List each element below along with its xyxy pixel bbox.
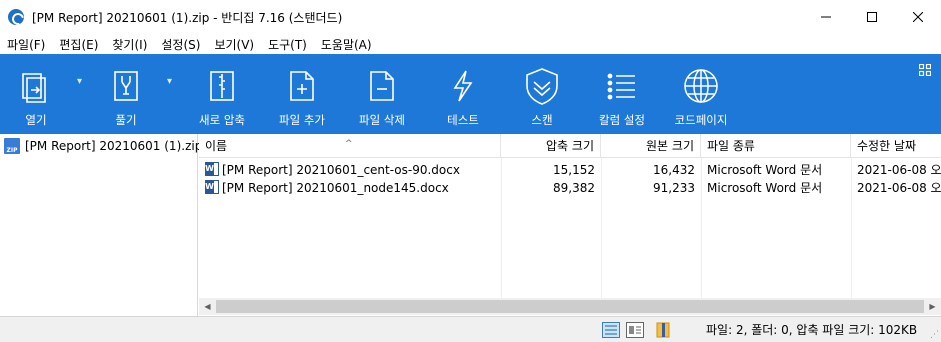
file-list: 이름 ^ 압축 크기 원본 크기 파일 종류 수정한 날짜 [PM Report… <box>199 134 941 316</box>
scan-shield-icon <box>522 66 562 106</box>
codepage-globe-icon <box>681 66 721 106</box>
codepage-button[interactable]: 코드페이지 <box>668 54 734 134</box>
status-bar: 파일: 2, 폴더: 0, 압축 파일 크기: 102KB ⋰ <box>0 316 941 342</box>
column-header-type[interactable]: 파일 종류 <box>701 134 851 158</box>
column-header-name[interactable]: 이름 ^ <box>199 134 501 158</box>
extract-dropdown-arrow[interactable]: ▾ <box>167 76 172 87</box>
toolbar: 열기 ▾ 풀기 ▾ 새로 압축 파일 추가 파일 삭제 테스트 스캔 칼럼 설정… <box>0 54 941 134</box>
menu-bar: 파일(F) 편집(E) 찾기(I) 설정(S) 보기(V) 도구(T) 도움말(… <box>0 34 941 54</box>
open-button[interactable]: 열기 <box>14 54 58 134</box>
list-header: 이름 ^ 압축 크기 원본 크기 파일 종류 수정한 날짜 <box>199 134 941 158</box>
menu-settings[interactable]: 설정(S) <box>154 36 207 53</box>
tree-item-archive[interactable]: ZIP [PM Report] 20210601 (1).zip <box>4 137 202 155</box>
menu-edit[interactable]: 편집(E) <box>52 36 105 53</box>
extract-icon <box>106 66 146 106</box>
file-row[interactable]: [PM Report] 20210601_node145.docx 89,382… <box>199 179 941 197</box>
tree-item-label: [PM Report] 20210601 (1).zip <box>25 139 203 153</box>
word-document-icon <box>205 180 219 194</box>
word-document-icon <box>205 162 219 176</box>
original-size-cell: 16,432 <box>653 163 695 177</box>
column-header-modified[interactable]: 수정한 날짜 <box>851 134 941 158</box>
modified-date-cell: 2021-06-08 오후 12:09 <box>857 181 941 195</box>
archive-folder-icon <box>656 322 674 338</box>
packed-size-cell: 15,152 <box>553 163 595 177</box>
open-dropdown-arrow[interactable]: ▾ <box>77 76 82 87</box>
add-file-button[interactable]: 파일 추가 <box>270 54 334 134</box>
open-archive-icon <box>16 66 56 106</box>
column-settings-label: 칼럼 설정 <box>599 113 645 127</box>
column-header-packed-size[interactable]: 압축 크기 <box>501 134 601 158</box>
minimize-button[interactable] <box>803 0 849 34</box>
sort-ascending-icon: ^ <box>345 139 353 149</box>
resize-grip-icon[interactable]: ⋰ <box>930 330 939 340</box>
scroll-right-icon[interactable]: ▶ <box>924 298 941 315</box>
scroll-left-icon[interactable]: ◀ <box>199 298 216 315</box>
new-archive-label: 새로 압축 <box>199 113 245 127</box>
original-size-cell: 91,233 <box>653 181 695 195</box>
file-row[interactable]: [PM Report] 20210601_cent-os-90.docx 15,… <box>199 161 941 179</box>
minimize-icon <box>821 16 831 18</box>
extract-button[interactable]: 풀기 <box>104 54 148 134</box>
delete-file-button[interactable]: 파일 삭제 <box>350 54 414 134</box>
column-settings-icon <box>602 66 642 106</box>
bandizip-app-icon <box>8 9 24 25</box>
window-title: [PM Report] 20210601 (1).zip - 반디집 7.16 … <box>32 10 343 25</box>
delete-file-icon <box>362 66 402 106</box>
column-header-original-size[interactable]: 원본 크기 <box>601 134 701 158</box>
column-header-name-label: 이름 <box>205 139 228 153</box>
menu-tools[interactable]: 도구(T) <box>261 36 314 53</box>
test-button[interactable]: 테스트 <box>438 54 488 134</box>
modified-date-cell: 2021-06-08 오후 12:09 <box>857 163 941 177</box>
menu-view[interactable]: 보기(V) <box>207 36 261 53</box>
file-type-cell: Microsoft Word 문서 <box>707 163 823 177</box>
menu-find[interactable]: 찾기(I) <box>105 36 154 53</box>
menu-file[interactable]: 파일(F) <box>0 36 52 53</box>
file-name: [PM Report] 20210601_node145.docx <box>222 181 449 195</box>
window-controls <box>803 0 941 34</box>
new-archive-icon <box>202 66 242 106</box>
open-label: 열기 <box>25 113 47 127</box>
codepage-label: 코드페이지 <box>674 113 728 127</box>
zip-icon: ZIP <box>4 138 20 154</box>
file-type-cell: Microsoft Word 문서 <box>707 181 823 195</box>
maximize-icon <box>867 12 877 22</box>
add-file-label: 파일 추가 <box>279 113 325 127</box>
status-text: 파일: 2, 폴더: 0, 압축 파일 크기: 102KB <box>706 323 918 337</box>
packed-size-cell: 89,382 <box>553 181 595 195</box>
add-file-icon <box>282 66 322 106</box>
maximize-button[interactable] <box>849 0 895 34</box>
folder-tree: ZIP [PM Report] 20210601 (1).zip <box>0 134 202 316</box>
file-name-cell: [PM Report] 20210601_cent-os-90.docx <box>199 161 501 179</box>
close-button[interactable] <box>895 0 941 34</box>
test-label: 테스트 <box>447 113 479 127</box>
file-name-cell: [PM Report] 20210601_node145.docx <box>199 179 501 197</box>
test-lightning-icon <box>443 66 483 106</box>
preview-pane-icon[interactable] <box>626 322 644 338</box>
close-icon <box>913 12 923 22</box>
scan-label: 스캔 <box>531 113 553 127</box>
menu-help[interactable]: 도움말(A) <box>314 36 379 53</box>
scan-button[interactable]: 스캔 <box>514 54 570 134</box>
new-archive-button[interactable]: 새로 압축 <box>192 54 252 134</box>
extract-label: 풀기 <box>115 113 137 127</box>
file-name: [PM Report] 20210601_cent-os-90.docx <box>222 163 460 177</box>
column-settings-button[interactable]: 칼럼 설정 <box>590 54 654 134</box>
horizontal-scrollbar[interactable]: ◀ ▶ <box>199 298 941 315</box>
title-bar: [PM Report] 20210601 (1).zip - 반디집 7.16 … <box>0 0 941 34</box>
scrollbar-thumb[interactable] <box>216 300 924 313</box>
delete-file-label: 파일 삭제 <box>359 113 405 127</box>
layout-grid-icon[interactable] <box>918 63 932 79</box>
details-view-icon[interactable] <box>602 322 620 338</box>
